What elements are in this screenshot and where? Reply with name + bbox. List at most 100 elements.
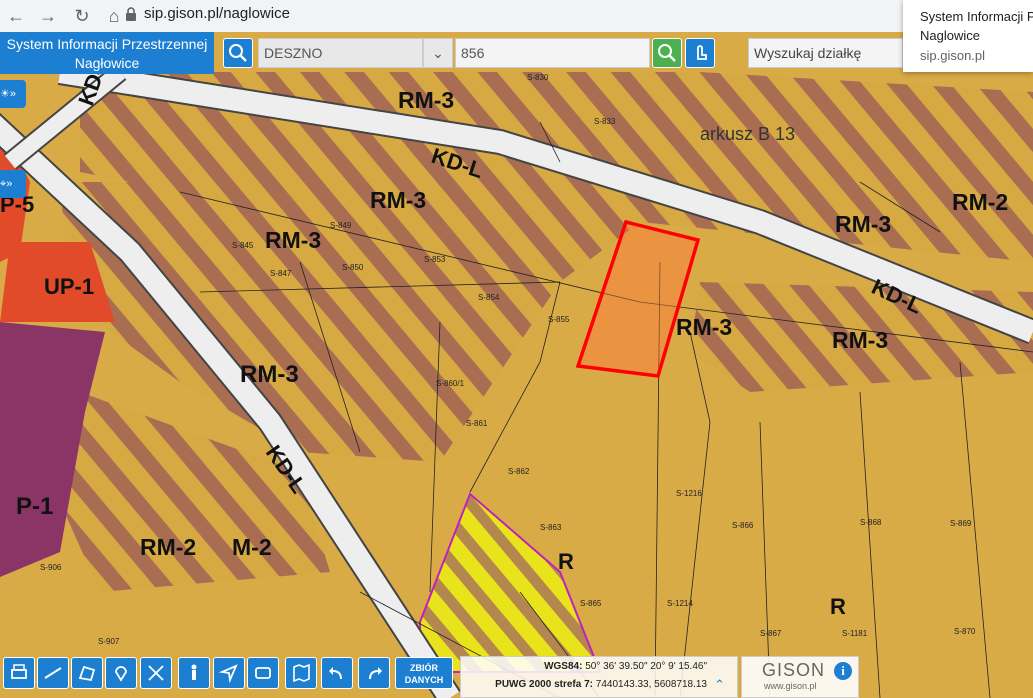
polygon-icon	[78, 665, 96, 682]
ruler-icon	[44, 667, 62, 679]
parcel-number: S-853	[424, 255, 446, 264]
precinct-select[interactable]: DESZNO	[258, 38, 423, 68]
redo-icon	[369, 667, 382, 679]
parcel-number: S-906	[40, 563, 62, 572]
puwg-label: PUWG 2000 strefa 7:	[495, 679, 593, 690]
map-label: RM-2	[952, 189, 1008, 215]
parcel-number-field[interactable]: 856	[455, 38, 650, 68]
fullscreen-button[interactable]	[140, 657, 172, 689]
map-label: R	[558, 549, 574, 574]
folded-map-icon	[293, 663, 310, 683]
map-label: RM-3	[835, 211, 891, 237]
parcel-number: S-1214	[667, 599, 693, 608]
parcel-number: S-870	[954, 627, 976, 636]
parcel-number: S-1216	[676, 489, 702, 498]
undo-icon	[329, 667, 342, 679]
parcel-number: S-855	[548, 315, 570, 324]
printer-icon	[11, 664, 27, 679]
measure-distance-button[interactable]	[37, 657, 69, 689]
gison-logo[interactable]: GISON www.gison.pl i	[741, 656, 859, 698]
parcel-number: S-833	[594, 117, 616, 126]
person-icon	[191, 664, 197, 680]
parcel-number: S-868	[860, 518, 882, 527]
popup-title: System Informacji P	[920, 9, 1033, 24]
info-icon[interactable]: i	[834, 662, 852, 680]
map-label: RM-3	[676, 314, 732, 340]
lock-icon[interactable]	[124, 6, 138, 22]
map-label: RM-3	[240, 361, 299, 388]
pin-icon: ⌖»	[0, 178, 13, 190]
map-label: RM-3	[265, 227, 321, 253]
app-title-line2: Nagłowice	[74, 55, 140, 71]
redo-button[interactable]	[358, 657, 390, 689]
parcel-number: S-866	[732, 521, 754, 530]
parcel-number: S-847	[270, 269, 292, 278]
parcel-number: S-863	[540, 523, 562, 532]
map-pin-icon	[115, 666, 127, 682]
parcel-number: S-830	[527, 73, 549, 82]
wgs-coordinates: WGS84: 50° 36' 39.50" 20° 9' 15.46"	[544, 661, 707, 672]
parcel-number: S-854	[478, 293, 500, 302]
navigate-button[interactable]	[213, 657, 245, 689]
share-icon	[255, 667, 271, 679]
wgs-label: WGS84:	[544, 661, 583, 672]
home-icon[interactable]: ⌂	[102, 4, 126, 28]
navigation-arrow-icon	[218, 664, 238, 684]
mark-location-button[interactable]	[105, 657, 137, 689]
map-canvas[interactable]: RM-3 RM-3 RM-3 RM-3 RM-3 RM-3 RM-2 RM-2 …	[0, 32, 1033, 698]
search-icon	[658, 44, 676, 62]
layers-toggle-button[interactable]: ☀»	[0, 80, 26, 108]
hand-pointer-icon	[697, 45, 707, 60]
map-label: R	[830, 594, 846, 619]
parcel-number: S-862	[508, 467, 530, 476]
parcel-number: S-1181	[842, 629, 868, 638]
measure-area-button[interactable]	[71, 657, 103, 689]
parcel-number: S-865	[580, 599, 602, 608]
map-label: M-2	[232, 534, 272, 560]
map-label: RM-3	[370, 187, 426, 213]
parcel-number: S-861	[466, 419, 488, 428]
chevron-up-icon[interactable]: ⌃	[714, 677, 725, 693]
brand-name: GISON	[762, 660, 826, 680]
site-info-popup: System Informacji P Naglowice sip.gison.…	[903, 0, 1033, 72]
back-arrow-icon[interactable]: ←	[4, 4, 28, 28]
parcel-number: S-849	[330, 221, 352, 230]
popup-domain: sip.gison.pl	[920, 48, 986, 63]
app-title: System Informacji Przestrzennej Nagłowic…	[0, 32, 214, 74]
map-label: RM-3	[398, 87, 454, 113]
map-label: RM-2	[140, 534, 196, 560]
coordinates-panel: WGS84: 50° 36' 39.50" 20° 9' 15.46" PUWG…	[460, 656, 738, 698]
sheet-label: arkusz B 13	[700, 124, 795, 144]
lightbulb-icon: ☀»	[0, 88, 16, 100]
puwg-coordinates: PUWG 2000 strefa 7: 7440143.33, 5608718.…	[495, 679, 707, 690]
parcel-number: S-850	[342, 263, 364, 272]
search-button[interactable]	[652, 38, 682, 68]
reload-icon[interactable]: ↻	[70, 4, 94, 28]
map-label: P-1	[16, 493, 53, 520]
parcel-number: S-860/1	[436, 379, 465, 388]
parcel-search-button[interactable]	[223, 38, 253, 68]
parcel-number: S-907	[98, 637, 120, 646]
brand-site: www.gison.pl	[764, 681, 817, 691]
map-label: RM-3	[832, 327, 888, 353]
street-view-button[interactable]	[178, 657, 210, 689]
puwg-value: 7440143.33, 5608718.13	[595, 679, 707, 690]
search-user-icon	[229, 44, 247, 62]
forward-arrow-icon[interactable]: →	[36, 4, 60, 28]
print-button[interactable]	[3, 657, 35, 689]
map-label: UP-1	[44, 274, 94, 299]
expand-icon	[148, 665, 164, 681]
map-sheets-button[interactable]	[285, 657, 317, 689]
parcel-number: S-845	[232, 241, 254, 250]
chevron-down-icon[interactable]: ⌄	[423, 38, 453, 68]
pointer-search-button[interactable]	[685, 38, 715, 68]
address-bar[interactable]: sip.gison.pl/naglowice	[144, 5, 290, 22]
undo-button[interactable]	[321, 657, 353, 689]
dataset-button[interactable]: ZBIÓR DANYCH	[395, 657, 453, 689]
browser-toolbar: ← → ↻ ⌂ sip.gison.pl/naglowice	[0, 0, 1033, 33]
share-button[interactable]	[247, 657, 279, 689]
dataset-label-line2: DANYCH	[404, 675, 444, 685]
parcel-search-input[interactable]: Wyszukaj działkę	[748, 38, 903, 68]
location-toggle-button[interactable]: ⌖»	[0, 170, 26, 198]
wgs-value: 50° 36' 39.50" 20° 9' 15.46"	[585, 661, 707, 672]
